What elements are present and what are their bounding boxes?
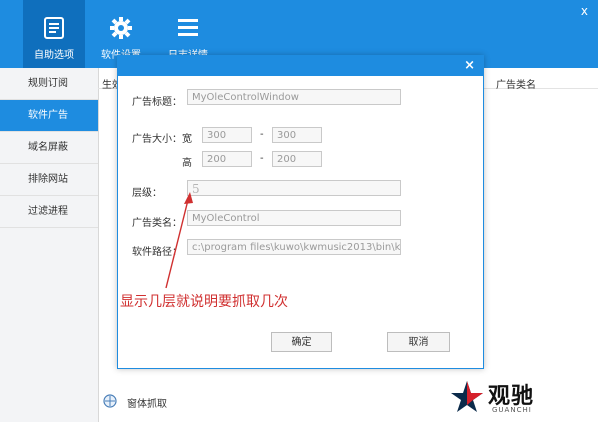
window-capture-label: 窗体抓取 [127, 399, 167, 410]
cancel-button[interactable]: 取消 [387, 332, 450, 352]
ok-button[interactable]: 确定 [271, 332, 332, 352]
ad-class-input[interactable]: MyOleControl [187, 210, 401, 226]
sidebar-item-exclude-sites[interactable]: 排除网站 [0, 164, 98, 196]
ad-class-label: 广告类名： [132, 218, 182, 229]
crosshair-icon [103, 394, 117, 408]
star-logo-icon [451, 381, 483, 412]
width-to-input[interactable]: 300 [272, 127, 322, 143]
list-icon [178, 19, 198, 36]
sidebar-item-filter-process[interactable]: 过滤进程 [0, 196, 98, 228]
software-path-label: 软件路径： [132, 247, 182, 258]
software-path-input[interactable]: c:\program files\kuwo\kwmusic2013\bin\kw… [187, 239, 401, 255]
width-label: 宽 [182, 134, 192, 145]
toolbar-self-options[interactable]: 自助选项 [23, 0, 85, 68]
height-label: 高 [182, 158, 192, 169]
toolbar-item-label: 自助选项 [34, 50, 74, 61]
annotation-text: 显示几层就说明要抓取几次 [120, 294, 288, 310]
watermark-subtext: GUANCHI [492, 406, 532, 414]
checklist-icon [44, 17, 64, 39]
sidebar-item-rule-subscription[interactable]: 规则订阅 [0, 68, 98, 100]
height-to-input[interactable]: 200 [272, 151, 322, 167]
level-input[interactable]: 5 [187, 180, 401, 196]
sidebar-item-software-ads[interactable]: 软件广告 [0, 100, 98, 132]
dialog-title-bar: × [118, 56, 483, 76]
sidebar-item-domain-block[interactable]: 域名屏蔽 [0, 132, 98, 164]
width-from-input[interactable]: 300 [202, 127, 252, 143]
ad-size-label: 广告大小： [132, 134, 182, 145]
column-header-ad-class[interactable]: 广告类名 [496, 76, 536, 91]
dialog-close-button[interactable]: × [464, 58, 475, 73]
sidebar: 规则订阅 软件广告 域名屏蔽 排除网站 过滤进程 [0, 68, 99, 422]
ad-title-label: 广告标题： [132, 97, 182, 108]
level-label: 层级： [132, 188, 162, 199]
watermark: 观驰 GUANCHI [450, 378, 590, 418]
ad-detail-dialog: × 广告标题： MyOleControlWindow 广告大小： 宽 300 -… [117, 55, 484, 369]
width-range-dash: - [260, 129, 264, 140]
window-close-button[interactable]: x [581, 4, 588, 18]
ad-title-input[interactable]: MyOleControlWindow [187, 89, 401, 105]
height-range-dash: - [260, 153, 264, 164]
height-from-input[interactable]: 200 [202, 151, 252, 167]
gear-icon [110, 17, 132, 39]
